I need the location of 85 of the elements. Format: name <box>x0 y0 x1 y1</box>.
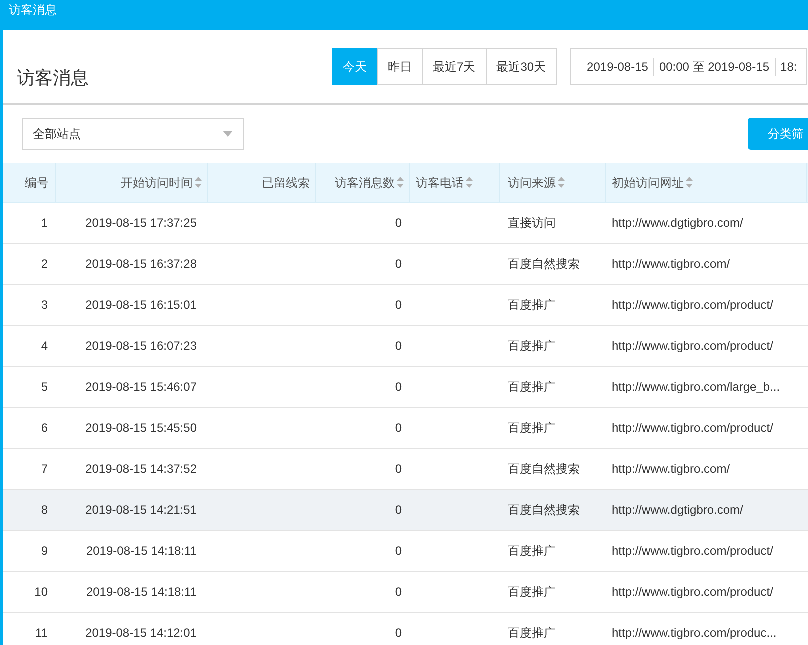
table-cell-text: 10 <box>34 584 48 601</box>
table-cell-text: 0 <box>395 461 402 478</box>
table-cell-text: 百度推广 <box>508 379 556 396</box>
column-header-label: 初始访问网址 <box>612 174 684 192</box>
column-header-label: 访客消息数 <box>335 174 395 192</box>
table-cell-text: 2019-08-15 14:37:52 <box>86 461 197 478</box>
column-header-cell[interactable]: 访客消息数 <box>316 163 410 202</box>
table-cell-text: 0 <box>395 543 402 560</box>
column-header-cell[interactable]: 开始访问时间 <box>56 163 208 202</box>
column-header-cell[interactable]: 初始访问网址 <box>606 163 807 202</box>
table-cell-text: http://www.tigbro.com/product/ <box>612 338 774 355</box>
table-cell-text: http://www.tigbro.com/produc... <box>612 625 777 642</box>
date-range-text: 2019-08-15 <box>586 58 650 76</box>
table-cell-text: http://www.tigbro.com/product/ <box>612 420 774 437</box>
column-header-label: 开始访问时间 <box>121 174 193 192</box>
column-header-label: 编号 <box>25 174 49 192</box>
table-cell-text: http://www.tigbro.com/ <box>612 256 730 273</box>
date-range-tab[interactable]: 最近30天 <box>486 48 558 85</box>
table-cell-text: 2019-08-15 16:15:01 <box>86 297 197 314</box>
table-cell-text: 6 <box>41 420 48 437</box>
table-cell-text: 11 <box>36 625 48 642</box>
table-cell-text: 2019-08-15 15:45:50 <box>86 420 197 437</box>
column-header-cell[interactable]: 访客电话 <box>410 163 500 202</box>
table-cell-text: 0 <box>395 502 402 519</box>
date-range-tab[interactable]: 最近7天 <box>422 48 487 85</box>
table-cell-text: http://www.tigbro.com/product/ <box>612 543 774 560</box>
column-header-label: 已留线索 <box>262 174 310 192</box>
table-cell-text: 百度推广 <box>508 338 556 355</box>
column-header-cell[interactable]: 访问来源 <box>500 163 606 202</box>
table-cell-text: 0 <box>395 338 402 355</box>
column-header-label: 访客电话 <box>416 174 464 192</box>
sort-icon[interactable] <box>195 177 202 188</box>
dropdown-caret-icon <box>223 131 233 137</box>
table-cell-text: 8 <box>41 502 48 519</box>
table-cell-text: 2019-08-15 16:07:23 <box>86 338 197 355</box>
sort-icon[interactable] <box>397 177 404 188</box>
table-cell-text: http://www.dgtigbro.com/ <box>612 215 744 232</box>
table-cell-text: http://www.dgtigbro.com/ <box>612 502 744 519</box>
table-cell-text: http://www.tigbro.com/large_b... <box>612 379 780 396</box>
table-cell-text: http://www.tigbro.com/product/ <box>612 584 774 601</box>
date-range-text: 18: <box>774 58 802 76</box>
table-cell-text: 7 <box>41 461 48 478</box>
table-cell-text: 百度自然搜索 <box>508 256 580 273</box>
table-cell-text: 2019-08-15 14:18:11 <box>86 543 197 560</box>
table-cell-text: 2019-08-15 17:37:25 <box>86 215 197 232</box>
table-cell-text: 百度推广 <box>508 584 556 601</box>
table-cell-text: 百度自然搜索 <box>508 502 580 519</box>
table-cell-text: 2019-08-15 14:18:11 <box>86 584 197 601</box>
table-cell-text: 百度推广 <box>508 543 556 560</box>
table-cell-text: 2019-08-15 14:12:01 <box>86 625 197 642</box>
table-cell-text: 0 <box>395 297 402 314</box>
table-cell-text: 百度推广 <box>508 297 556 314</box>
page-title: 访客消息 <box>17 67 90 90</box>
table-cell-text: 2 <box>41 256 48 273</box>
table-cell-text: 0 <box>395 256 402 273</box>
table-cell-text: 2019-08-15 14:21:51 <box>86 502 197 519</box>
table-cell-text: 0 <box>395 379 402 396</box>
table-cell-text: 百度自然搜索 <box>508 461 580 478</box>
column-header-label: 访问来源 <box>508 174 556 192</box>
table-cell-text: http://www.tigbro.com/ <box>612 461 730 478</box>
table-cell-text: 0 <box>395 420 402 437</box>
table-cell-text: 9 <box>41 543 48 560</box>
table-cell-text: 0 <box>395 625 402 642</box>
table-cell-text: 直接访问 <box>508 215 556 232</box>
date-range-text: 00:00 至 2019-08-15 <box>653 58 775 76</box>
date-range-field[interactable]: 2019-08-15 00:00 至 2019-08-15 18: <box>570 48 808 85</box>
table-cell-text: 百度推广 <box>508 625 556 642</box>
table-cell-text: 0 <box>395 215 402 232</box>
table-cell-text: http://www.tigbro.com/product/ <box>612 297 774 314</box>
site-select-value: 全部站点 <box>33 126 81 143</box>
sort-icon[interactable] <box>686 177 693 188</box>
table-cell-text: 4 <box>41 338 48 355</box>
site-select[interactable]: 全部站点 <box>22 118 244 150</box>
table-cell-text: 1 <box>41 215 48 232</box>
window-title: 访客消息 <box>9 2 57 19</box>
table-cell-text: 5 <box>41 379 48 396</box>
date-range-tab[interactable]: 昨日 <box>377 48 423 85</box>
table-cell-text: 0 <box>395 584 402 601</box>
table-cell-text: 2019-08-15 15:46:07 <box>86 379 197 396</box>
sort-icon[interactable] <box>558 177 565 188</box>
table-cell-text: 2019-08-15 16:37:28 <box>86 256 197 273</box>
table-row[interactable]: 8 2019-08-15 14:21:51 0 百度自然搜索 http://www.dgtigbro.com/ <box>3 490 808 531</box>
sort-icon[interactable] <box>466 177 473 188</box>
table-cell-text: 百度推广 <box>508 420 556 437</box>
table-cell-text: 3 <box>41 297 48 314</box>
